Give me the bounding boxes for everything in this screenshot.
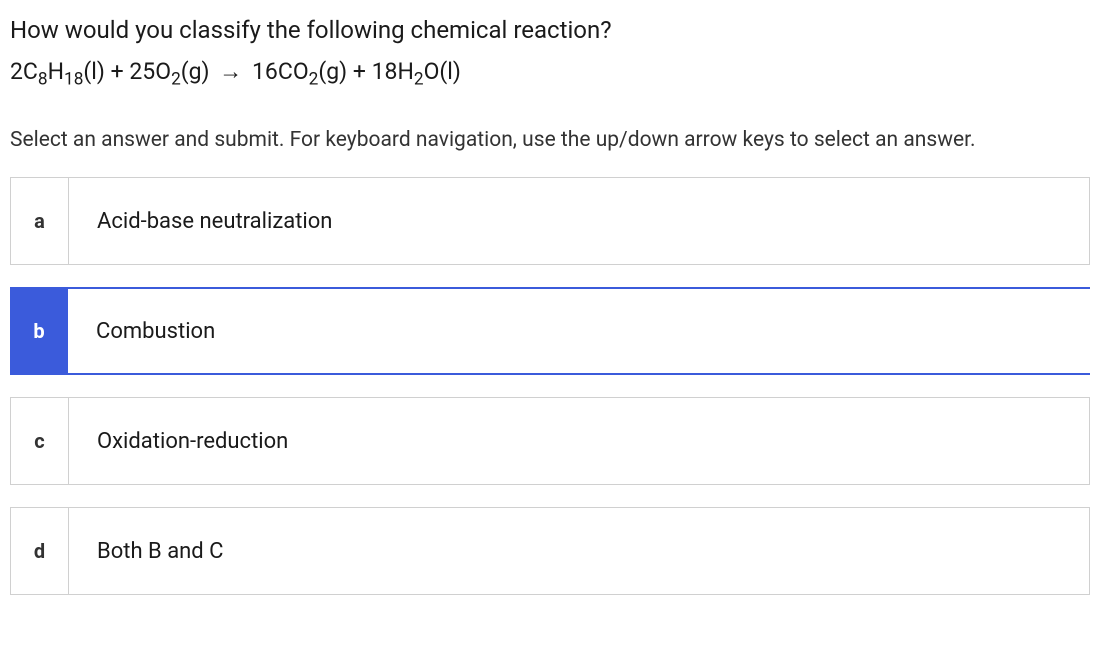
eq-part: 18H — [372, 58, 414, 85]
eq-part: 16CO — [252, 58, 309, 85]
instructions-text: Select an answer and submit. For keyboar… — [10, 128, 1090, 152]
answer-option-a[interactable]: a Acid-base neutralization — [10, 177, 1090, 265]
arrow-icon: → — [219, 56, 242, 88]
answer-option-d[interactable]: d Both B and C — [10, 507, 1090, 595]
answer-letter: a — [11, 178, 69, 264]
eq-sub: 2 — [309, 70, 319, 90]
answer-text: Combustion — [68, 289, 1090, 373]
answer-options-list: a Acid-base neutralization b Combustion … — [10, 177, 1090, 595]
eq-sub: 2 — [171, 70, 181, 90]
answer-letter: d — [11, 508, 69, 594]
eq-sub: 8 — [38, 70, 48, 90]
eq-sub: 18 — [64, 70, 83, 90]
answer-option-b[interactable]: b Combustion — [10, 287, 1090, 375]
answer-letter: c — [11, 398, 69, 484]
answer-text: Oxidation-reduction — [69, 398, 1089, 484]
answer-letter: b — [10, 289, 68, 373]
chemical-equation: 2C8H18(l) + 25O2(g) → 16CO2(g) + 18H2O(l… — [10, 56, 1090, 88]
answer-text: Acid-base neutralization — [69, 178, 1089, 264]
eq-state: (l) — [439, 58, 460, 85]
eq-plus: + — [105, 58, 129, 85]
eq-state: (l) — [83, 58, 104, 85]
eq-part: H — [48, 58, 64, 85]
eq-part: O — [424, 58, 440, 85]
eq-sub: 2 — [414, 70, 424, 90]
question-text: How would you classify the following che… — [10, 12, 1090, 48]
answer-text: Both B and C — [69, 508, 1089, 594]
eq-state: (g) — [181, 58, 210, 85]
eq-part: 25O — [129, 58, 171, 85]
eq-plus: + — [347, 58, 371, 85]
answer-option-c[interactable]: c Oxidation-reduction — [10, 397, 1090, 485]
eq-state: (g) — [318, 58, 347, 85]
eq-part: 2C — [10, 58, 38, 85]
